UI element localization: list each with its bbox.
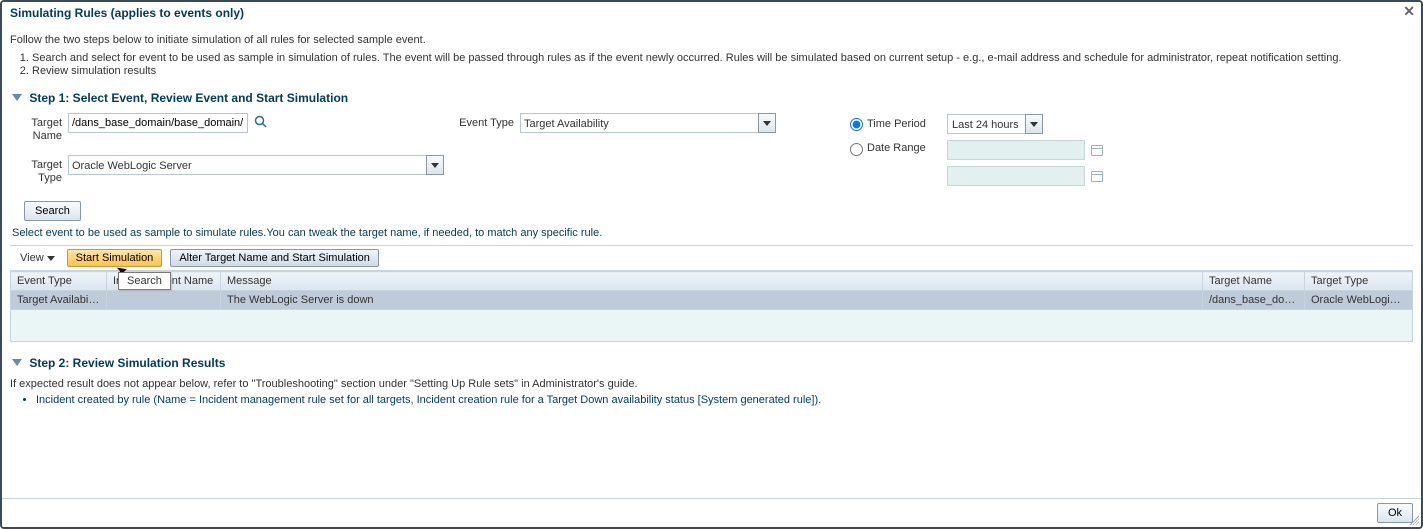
table-row[interactable]: Target Availability The WebLogic Server … <box>11 291 1413 310</box>
step2-note: If expected result does not appear below… <box>10 378 1413 390</box>
target-name-input[interactable] <box>68 113 248 133</box>
cell-event-type: Target Availability <box>11 291 107 310</box>
select-event-instruction: Select event to be used as sample to sim… <box>12 227 1413 239</box>
intro-steps-list: Search and select for event to be used a… <box>32 52 1413 77</box>
target-type-label: Target Type <box>10 155 68 185</box>
target-type-combo[interactable]: Oracle WebLogic Server <box>68 155 444 175</box>
time-period-label: Time Period <box>867 118 947 130</box>
date-range-inputs <box>947 139 1105 187</box>
alter-target-start-simulation-button[interactable]: Alter Target Name and Start Simulation <box>170 249 379 267</box>
date-range-label: Date Range <box>867 139 947 154</box>
intro-text: Follow the two steps below to initiate s… <box>10 34 1413 46</box>
start-simulation-button[interactable]: Start Simulation <box>67 249 163 267</box>
table-empty-area <box>10 310 1413 342</box>
events-table: Event Type Internal Event Name Message T… <box>10 271 1413 310</box>
target-name-label: Target Name <box>10 113 68 143</box>
dialog-body: Follow the two steps below to initiate s… <box>2 24 1421 414</box>
disclosure-triangle-icon[interactable] <box>12 359 22 366</box>
dialog-footer: Ok <box>2 498 1421 527</box>
view-menu[interactable]: View <box>16 250 59 266</box>
resize-grip-icon[interactable] <box>1407 513 1419 525</box>
step1-header: Step 1: Select Event, Review Event and S… <box>10 87 1413 109</box>
close-icon[interactable]: ✕ <box>1403 4 1415 18</box>
col-target-type[interactable]: Target Type <box>1305 272 1413 291</box>
chevron-down-icon <box>763 121 771 126</box>
intro-step-1: Search and select for event to be used a… <box>32 52 1413 64</box>
event-type-value: Target Availability <box>520 113 758 133</box>
simulating-rules-dialog: Simulating Rules (applies to events only… <box>0 0 1423 529</box>
search-button[interactable]: Search <box>24 201 81 221</box>
step2-title: Step 2: Review Simulation Results <box>29 356 225 370</box>
event-type-dropdown-button[interactable] <box>758 113 776 133</box>
event-type-label: Event Type <box>450 113 520 129</box>
cell-message: The WebLogic Server is down <box>221 291 1203 310</box>
step1-title: Step 1: Select Event, Review Event and S… <box>29 91 348 105</box>
chevron-down-icon <box>47 256 55 261</box>
cell-target-type: Oracle WebLogic S… <box>1305 291 1413 310</box>
date-range-radio[interactable] <box>850 143 863 156</box>
simulation-result-item: Incident created by rule (Name = Inciden… <box>36 394 1413 406</box>
lookup-icon[interactable] <box>252 113 270 131</box>
intro-step-2: Review simulation results <box>32 65 1413 77</box>
col-target-name[interactable]: Target Name <box>1203 272 1305 291</box>
table-header-row: Event Type Internal Event Name Message T… <box>11 272 1413 291</box>
target-type-value: Oracle WebLogic Server <box>68 155 426 175</box>
event-type-combo[interactable]: Target Availability <box>520 113 776 133</box>
form-col-1: Target Name Target Type Oracle WebLogic … <box>10 111 450 189</box>
chevron-down-icon <box>1030 122 1038 127</box>
date-range-from-input[interactable] <box>947 140 1085 160</box>
dialog-title-bar: Simulating Rules (applies to events only… <box>2 2 1421 24</box>
time-period-dropdown-button[interactable] <box>1025 114 1043 134</box>
step2-header: Step 2: Review Simulation Results <box>10 352 1413 374</box>
form-col-2: Event Type Target Availability <box>450 111 850 189</box>
dialog-title: Simulating Rules (applies to events only… <box>10 6 244 20</box>
target-type-dropdown-button[interactable] <box>426 155 444 175</box>
calendar-icon[interactable] <box>1089 168 1105 184</box>
results-toolbar: View Start Simulation Alter Target Name … <box>10 245 1413 271</box>
time-period-radio[interactable] <box>850 118 863 131</box>
calendar-icon[interactable] <box>1089 142 1105 158</box>
col-message[interactable]: Message <box>221 272 1203 291</box>
view-menu-label: View <box>20 252 44 264</box>
simulation-results-list: Incident created by rule (Name = Inciden… <box>36 394 1413 406</box>
chevron-down-icon <box>431 163 439 168</box>
disclosure-triangle-icon[interactable] <box>12 94 22 101</box>
search-form: Target Name Target Type Oracle WebLogic … <box>10 109 1413 195</box>
step2-section: Step 2: Review Simulation Results If exp… <box>10 352 1413 406</box>
cell-target-name: /dans_base_domai… <box>1203 291 1305 310</box>
form-col-3: Time Period Last 24 hours Date Range <box>850 111 1413 189</box>
col-internal-event-name[interactable]: Internal Event Name <box>107 272 221 291</box>
date-range-to-input[interactable] <box>947 166 1085 186</box>
col-event-type[interactable]: Event Type <box>11 272 107 291</box>
time-period-value[interactable]: Last 24 hours <box>947 114 1025 134</box>
cell-internal-event-name <box>107 291 221 310</box>
